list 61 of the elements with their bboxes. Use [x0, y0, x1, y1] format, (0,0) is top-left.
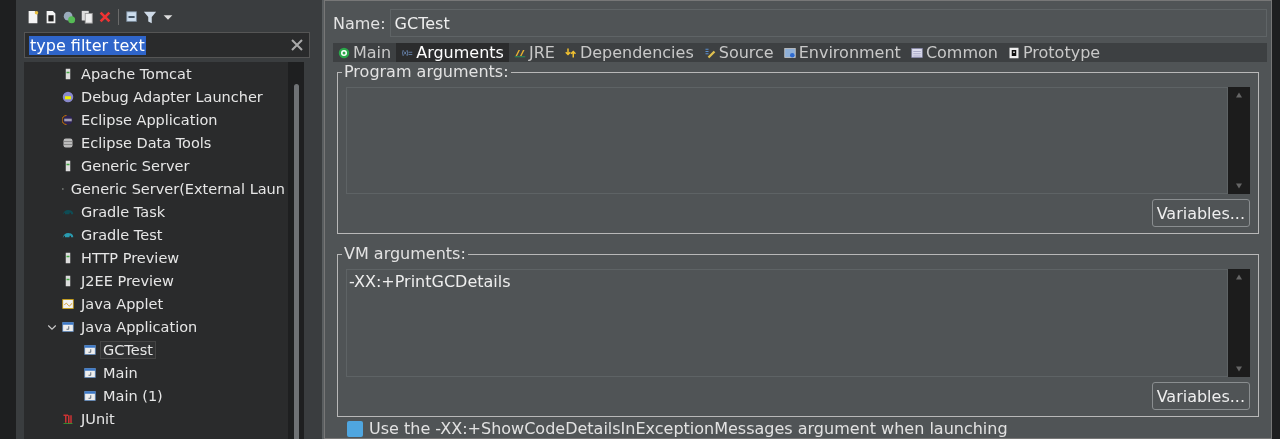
- tree-item[interactable]: HTTP Preview: [78, 248, 183, 267]
- filter-field[interactable]: type filter text: [24, 32, 310, 58]
- tab[interactable]: Main: [333, 43, 397, 62]
- tree-item[interactable]: Main (1): [100, 386, 166, 405]
- tree-item[interactable]: Gradle Task: [78, 202, 169, 221]
- application-window-icon: [84, 366, 96, 379]
- source-icon: [703, 46, 716, 59]
- close-icon[interactable]: [289, 37, 305, 53]
- prototype-icon: [1007, 46, 1020, 59]
- scroll-up-icon[interactable]: [1234, 91, 1244, 99]
- scroll-down-icon[interactable]: [1234, 182, 1244, 191]
- group-title: Program arguments:: [342, 62, 511, 81]
- junit-icon: [62, 412, 74, 425]
- copy-icon[interactable]: [80, 10, 94, 24]
- application-window-icon: [84, 343, 96, 356]
- tree-item[interactable]: Generic Server: [78, 156, 193, 175]
- scroll-up-icon[interactable]: [1234, 273, 1244, 281]
- applet-window-icon: [62, 297, 74, 310]
- tree-item[interactable]: Gradle Test: [78, 225, 166, 244]
- gear-icon: [62, 90, 74, 103]
- tree-item[interactable]: Debug Adapter Launcher: [78, 87, 266, 106]
- option-label: Use the -XX:+ShowCodeDetailsInExceptionMessages argument when launching: [369, 419, 1008, 438]
- duplicate-icon[interactable]: [62, 10, 76, 24]
- application-window-icon: [62, 320, 74, 333]
- tree-item[interactable]: Java Application: [78, 317, 201, 336]
- database-icon: [62, 136, 74, 149]
- tree-item[interactable]: Generic Server(External Laun: [67, 179, 288, 198]
- tab[interactable]: JRE: [508, 43, 560, 62]
- circle-icon: [338, 46, 350, 59]
- tree-item[interactable]: Main: [100, 363, 141, 382]
- tree-item[interactable]: Java Applet: [78, 294, 167, 313]
- filter-icon[interactable]: [143, 10, 157, 24]
- tree-item[interactable]: GCTest: [100, 340, 156, 359]
- group-title: VM arguments:: [342, 244, 468, 263]
- tab[interactable]: Common: [905, 43, 1003, 62]
- application-window-icon: [84, 389, 96, 402]
- tree-item[interactable]: JUnit: [78, 409, 118, 428]
- new-file-icon[interactable]: [26, 10, 40, 24]
- tab[interactable]: Environment: [778, 43, 906, 62]
- eclipse-icon: [62, 113, 74, 126]
- checkbox[interactable]: [347, 420, 363, 437]
- variables-button[interactable]: Variables...: [1151, 382, 1250, 410]
- tab[interactable]: Prototype: [1002, 43, 1106, 62]
- list-window-icon: [910, 46, 923, 59]
- tab[interactable]: Arguments: [396, 43, 509, 62]
- tree-item[interactable]: J2EE Preview: [78, 271, 177, 290]
- variables-button[interactable]: Variables...: [1151, 199, 1250, 227]
- tab[interactable]: Source: [698, 43, 779, 62]
- tab[interactable]: Dependencies: [559, 43, 699, 62]
- tree-item[interactable]: Apache Tomcat: [78, 64, 195, 83]
- scroll-down-icon[interactable]: [1234, 365, 1244, 373]
- arrows-icon: [564, 46, 577, 59]
- collapse-all-icon[interactable]: [125, 10, 139, 24]
- text-area[interactable]: -XX:+PrintGCDetails: [346, 269, 1228, 377]
- tree-item[interactable]: Eclipse Data Tools: [78, 133, 215, 152]
- name-field[interactable]: GCTest: [389, 9, 1267, 37]
- scrollbar-thumb[interactable]: [293, 84, 299, 439]
- prototype-file-icon[interactable]: [44, 10, 58, 24]
- tree-item[interactable]: Eclipse Application: [78, 110, 221, 129]
- name-label: Name:: [333, 13, 386, 33]
- environment-window-icon: [783, 46, 796, 59]
